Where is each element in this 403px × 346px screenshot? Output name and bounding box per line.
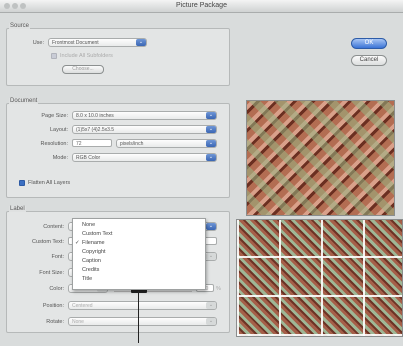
cancel-button[interactable]: Cancel	[351, 55, 387, 66]
window-title: Picture Package	[176, 2, 227, 9]
use-popup[interactable]: Frontmost Document ⌄	[48, 38, 147, 47]
layout-value: (1)5x7 (4)2.5x3.5	[76, 127, 115, 133]
callout-pointer-line	[138, 291, 139, 343]
page-size-value: 8.0 x 10.0 inches	[76, 113, 114, 119]
ok-button[interactable]: OK	[351, 38, 387, 49]
font-size-label: Font Size:	[39, 270, 64, 276]
title-bar: Picture Package	[0, 0, 403, 13]
chevron-down-icon: ⌄	[206, 154, 216, 161]
layout-preview-grid-image[interactable]	[236, 219, 403, 337]
menu-item-caption[interactable]: Caption	[73, 258, 101, 264]
mode-label: Mode:	[52, 155, 68, 161]
checkmark-icon: ✓	[75, 240, 80, 246]
menu-item-custom-text[interactable]: Custom Text	[73, 231, 112, 237]
chevron-down-icon: ⌄	[206, 126, 216, 133]
position-label: Position:	[42, 303, 64, 309]
rotate-popup[interactable]: None ⌄	[68, 317, 217, 326]
include-subfolders-label: Include All Subfolders	[60, 53, 113, 59]
layout-popup[interactable]: (1)5x7 (4)2.5x3.5 ⌄	[72, 125, 217, 134]
resolution-label: Resolution:	[40, 141, 68, 147]
rotate-value: None	[72, 319, 84, 325]
use-value: Frontmost Document	[52, 40, 99, 46]
mode-popup[interactable]: RGB Color ⌄	[72, 153, 217, 162]
menu-item-copyright[interactable]: Copyright	[73, 249, 106, 255]
layout-label: Layout:	[49, 127, 68, 133]
include-subfolders-checkbox[interactable]	[51, 53, 57, 59]
chevron-down-icon: ⌄	[206, 140, 216, 147]
chevron-down-icon: ⌄	[206, 302, 216, 309]
resolution-unit-popup[interactable]: pixels/inch ⌄	[116, 139, 217, 148]
choose-button[interactable]: Choose...	[62, 65, 104, 74]
menu-item-none[interactable]: None	[73, 222, 95, 228]
chevron-down-icon: ⌄	[136, 39, 146, 46]
opacity-slider-track[interactable]	[114, 291, 192, 292]
chevron-down-icon: ⌄	[206, 223, 216, 230]
chevron-down-icon: ⌄	[206, 253, 216, 260]
menu-item-credits[interactable]: Credits	[73, 267, 99, 273]
rotate-label: Rotate:	[46, 319, 64, 325]
content-dropdown-menu: None Custom Text ✓ Filename Copyright Cap…	[72, 218, 206, 290]
flatten-layers-checkbox[interactable]	[19, 180, 25, 186]
font-label: Font:	[51, 254, 64, 260]
label-legend: Label	[9, 206, 26, 212]
chevron-down-icon: ⌄	[206, 318, 216, 325]
resolution-unit-value: pixels/inch	[120, 141, 144, 147]
menu-item-title[interactable]: Title	[73, 276, 92, 282]
use-label: Use:	[32, 40, 44, 46]
color-label: Color:	[49, 286, 64, 292]
source-group	[6, 28, 230, 86]
layout-preview-large-image[interactable]	[246, 100, 395, 216]
page-size-label: Page Size:	[41, 113, 68, 119]
chevron-down-icon: ⌄	[206, 112, 216, 119]
source-legend: Source	[9, 23, 31, 29]
opacity-unit: %	[216, 286, 221, 292]
document-legend: Document	[9, 98, 39, 104]
custom-text-label: Custom Text:	[32, 239, 64, 245]
position-value: Centered	[72, 303, 93, 309]
position-popup[interactable]: Centered ⌄	[68, 301, 217, 310]
content-label: Content:	[43, 224, 64, 230]
page-size-popup[interactable]: 8.0 x 10.0 inches ⌄	[72, 111, 217, 120]
mode-value: RGB Color	[76, 155, 101, 161]
resolution-input[interactable]: 72	[72, 139, 112, 147]
menu-item-filename[interactable]: ✓ Filename	[73, 240, 105, 246]
flatten-layers-label: Flatten All Layers	[28, 180, 71, 186]
